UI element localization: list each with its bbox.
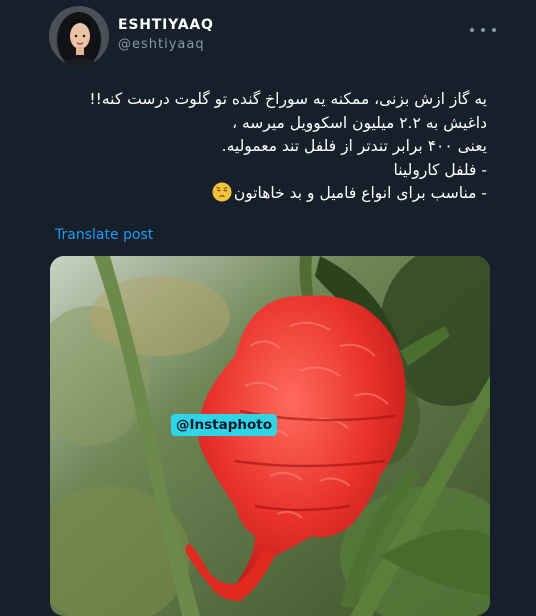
instaphoto-watermark: @Instaphoto <box>171 414 278 436</box>
post-line-2: داغیش به ۲.۲ میلیون اسکوویل میرسه ، <box>232 113 487 132</box>
more-options-button[interactable] <box>470 22 496 38</box>
post-line-5-wrap: - مناسب برای انواع فامیل و بد خاهاتون <box>55 182 487 206</box>
pensive-face-emoji-icon <box>212 182 232 202</box>
post-header: ESHTIYAAQ @eshtiyaaq <box>0 0 536 70</box>
post-line-5: - مناسب برای انواع فامیل و بد خاهاتون <box>233 184 487 202</box>
user-handle[interactable]: @eshtiyaaq <box>118 37 205 52</box>
red-chili-pepper-photo-icon <box>50 256 490 616</box>
post-line-1: یه گاز ازش بزنی، ممکنه یه سوراخ گنده تو … <box>89 90 487 108</box>
translate-post-link[interactable]: Translate post <box>55 227 153 243</box>
post-text: یه گاز ازش بزنی، ممکنه یه سوراخ گنده تو … <box>55 88 487 206</box>
avatar-illustration-icon <box>49 6 109 66</box>
post-line-4: - فلفل کارولینا <box>393 160 487 179</box>
post-line-3: یعنی ۴۰۰ برابر تندتر از فلفل تند معمولیه… <box>221 137 487 155</box>
more-horizontal-icon <box>470 28 474 32</box>
display-name[interactable]: ESHTIYAAQ <box>118 17 214 33</box>
post-media-image[interactable]: @Instaphoto <box>50 256 490 616</box>
avatar[interactable] <box>49 6 109 66</box>
